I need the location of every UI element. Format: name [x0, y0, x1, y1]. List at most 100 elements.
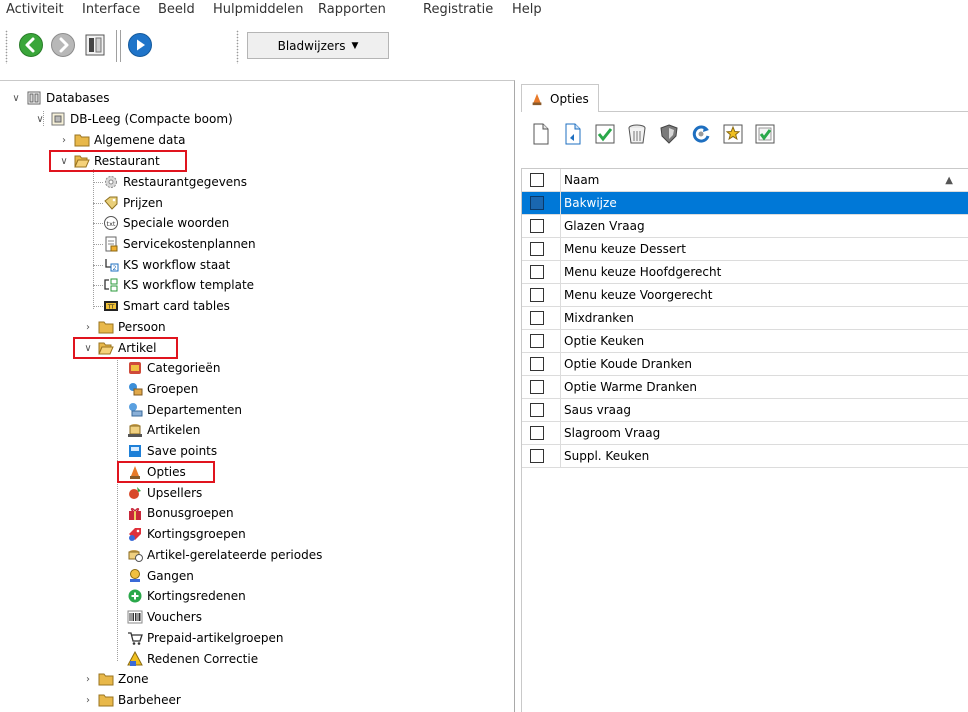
chevron-right-icon[interactable]: › — [82, 322, 94, 333]
table-row[interactable]: Optie Warme Dranken — [522, 376, 968, 399]
forward-arrow-icon[interactable] — [50, 32, 76, 58]
toolbar-grip[interactable] — [5, 30, 8, 64]
tree-guide-line — [93, 223, 103, 224]
new-document-icon[interactable] — [529, 122, 553, 146]
sort-ascending-icon[interactable]: ▲ — [945, 175, 953, 186]
panel-icon[interactable] — [82, 32, 108, 58]
table-row[interactable]: Saus vraag — [522, 399, 968, 422]
main-toolbar: Bladwijzers ▼ — [0, 22, 968, 72]
tree-node-artikelen[interactable]: Artikelen — [127, 420, 200, 440]
tree-node-departementen[interactable]: Departementen — [127, 400, 242, 420]
row-checkbox[interactable] — [530, 449, 544, 463]
row-checkbox[interactable] — [530, 380, 544, 394]
bookmarks-dropdown[interactable]: Bladwijzers ▼ — [247, 32, 389, 59]
checkbox-checked-icon[interactable] — [593, 122, 617, 146]
table-row[interactable]: Menu keuze Dessert — [522, 238, 968, 261]
row-checkbox[interactable] — [530, 403, 544, 417]
column-separator — [560, 330, 561, 353]
open-document-icon[interactable] — [561, 122, 585, 146]
tree-node-db[interactable]: ∨ DB-Leeg (Compacte boom) — [34, 109, 232, 129]
table-row[interactable]: Menu keuze Hoofdgerecht — [522, 261, 968, 284]
menu-activiteit[interactable]: Activiteit — [6, 2, 64, 17]
upsellers-icon — [127, 485, 143, 501]
tree-node-databases[interactable]: ∨ Databases — [10, 88, 109, 108]
tree-guide-line — [93, 182, 103, 183]
tree-node-upsellers[interactable]: Upsellers — [127, 483, 202, 503]
tree-label: Restaurantgegevens — [123, 175, 248, 189]
tree-node-smart-card-tables[interactable]: TT Smart card tables — [103, 296, 230, 316]
tree-node-servicekostenplannen[interactable]: Servicekostenplannen — [103, 234, 256, 254]
menu-rapporten[interactable]: Rapporten — [318, 2, 386, 17]
toolbar-separator — [116, 30, 117, 62]
row-checkbox[interactable] — [530, 196, 544, 210]
tree-node-restaurantgegevens[interactable]: Restaurantgegevens — [103, 172, 247, 192]
tree-node-gangen[interactable]: Gangen — [127, 566, 194, 586]
menu-registratie[interactable]: Registratie — [423, 2, 493, 17]
tree-label: Zone — [118, 672, 149, 686]
tree-node-prepaid-artikelgroepen[interactable]: Prepaid-artikelgroepen — [127, 628, 284, 648]
tree-node-categorieen[interactable]: Categorieën — [127, 358, 220, 378]
tree-node-zone[interactable]: › Zone — [82, 669, 149, 689]
menu-interface[interactable]: Interface — [82, 2, 140, 17]
table-row[interactable]: Suppl. Keuken — [522, 445, 968, 468]
tree-label: KS workflow staat — [123, 258, 231, 272]
table-row[interactable]: Optie Koude Dranken — [522, 353, 968, 376]
chevron-right-icon[interactable]: › — [82, 695, 94, 706]
row-label: Slagroom Vraag — [564, 426, 661, 440]
refresh-icon[interactable] — [689, 122, 713, 146]
menu-hulpmiddelen[interactable]: Hulpmiddelen — [213, 2, 304, 17]
row-checkbox[interactable] — [530, 219, 544, 233]
tree-node-vouchers[interactable]: Vouchers — [127, 607, 202, 627]
play-icon[interactable] — [127, 32, 153, 58]
tree-node-algemene-data[interactable]: › Algemene data — [58, 130, 185, 150]
chevron-down-icon[interactable]: ∨ — [34, 114, 46, 125]
back-arrow-icon[interactable] — [18, 32, 44, 58]
tree-node-persoon[interactable]: › Persoon — [82, 317, 166, 337]
row-checkbox[interactable] — [530, 242, 544, 256]
tree-node-speciale-woorden[interactable]: txt Speciale woorden — [103, 213, 229, 233]
tree-node-redenen-correctie[interactable]: Redenen Correctie — [127, 649, 258, 669]
table-row[interactable]: Menu keuze Voorgerecht — [522, 284, 968, 307]
checklist-icon[interactable] — [753, 122, 777, 146]
tree-node-bonusgroepen[interactable]: Bonusgroepen — [127, 503, 234, 523]
select-all-checkbox[interactable] — [530, 173, 544, 187]
tree-node-prijzen[interactable]: Prijzen — [103, 193, 163, 213]
row-checkbox[interactable] — [530, 288, 544, 302]
trash-icon[interactable] — [625, 122, 649, 146]
row-label: Optie Koude Dranken — [564, 357, 692, 371]
tree-node-kortingsredenen[interactable]: Kortingsredenen — [127, 586, 246, 606]
tree-node-save-points[interactable]: Save points — [127, 441, 217, 461]
row-checkbox[interactable] — [530, 311, 544, 325]
chevron-down-icon[interactable]: ∨ — [10, 93, 22, 104]
tree-node-kortingsgroepen[interactable]: Kortingsgroepen — [127, 524, 246, 544]
menu-beeld[interactable]: Beeld — [158, 2, 195, 17]
star-document-icon[interactable] — [721, 122, 745, 146]
chevron-right-icon[interactable]: › — [58, 135, 70, 146]
departments-icon — [127, 402, 143, 418]
table-row[interactable]: Mixdranken — [522, 307, 968, 330]
table-row[interactable]: Glazen Vraag — [522, 215, 968, 238]
table-row[interactable]: Slagroom Vraag — [522, 422, 968, 445]
shield-icon[interactable] — [657, 122, 681, 146]
chevron-right-icon[interactable]: › — [82, 674, 94, 685]
tree-node-ks-workflow-template[interactable]: KS workflow template — [103, 275, 254, 295]
menu-help[interactable]: Help — [512, 2, 542, 17]
options-panel: Opties Naam ▲ Bakwijze Glazen Vraag Menu k… — [521, 80, 968, 712]
save-points-icon — [127, 443, 143, 459]
column-separator — [560, 215, 561, 238]
row-checkbox[interactable] — [530, 357, 544, 371]
column-separator — [560, 399, 561, 422]
tab-opties[interactable]: Opties — [521, 84, 599, 112]
tree-node-ks-workflow-staat[interactable]: 2 KS workflow staat — [103, 255, 230, 275]
column-header-naam[interactable]: Naam — [564, 173, 599, 187]
table-row[interactable]: Optie Keuken — [522, 330, 968, 353]
row-checkbox[interactable] — [530, 265, 544, 279]
toolbar-grip[interactable] — [236, 30, 239, 64]
row-checkbox[interactable] — [530, 334, 544, 348]
table-row[interactable]: Bakwijze — [522, 192, 968, 215]
tree-node-artikel-gerelateerde-periodes[interactable]: Artikel-gerelateerde periodes — [127, 545, 322, 565]
row-checkbox[interactable] — [530, 426, 544, 440]
tree-node-groepen[interactable]: Groepen — [127, 379, 198, 399]
tree-node-barbeheer[interactable]: › Barbeheer — [82, 690, 181, 710]
categories-icon — [127, 360, 143, 376]
